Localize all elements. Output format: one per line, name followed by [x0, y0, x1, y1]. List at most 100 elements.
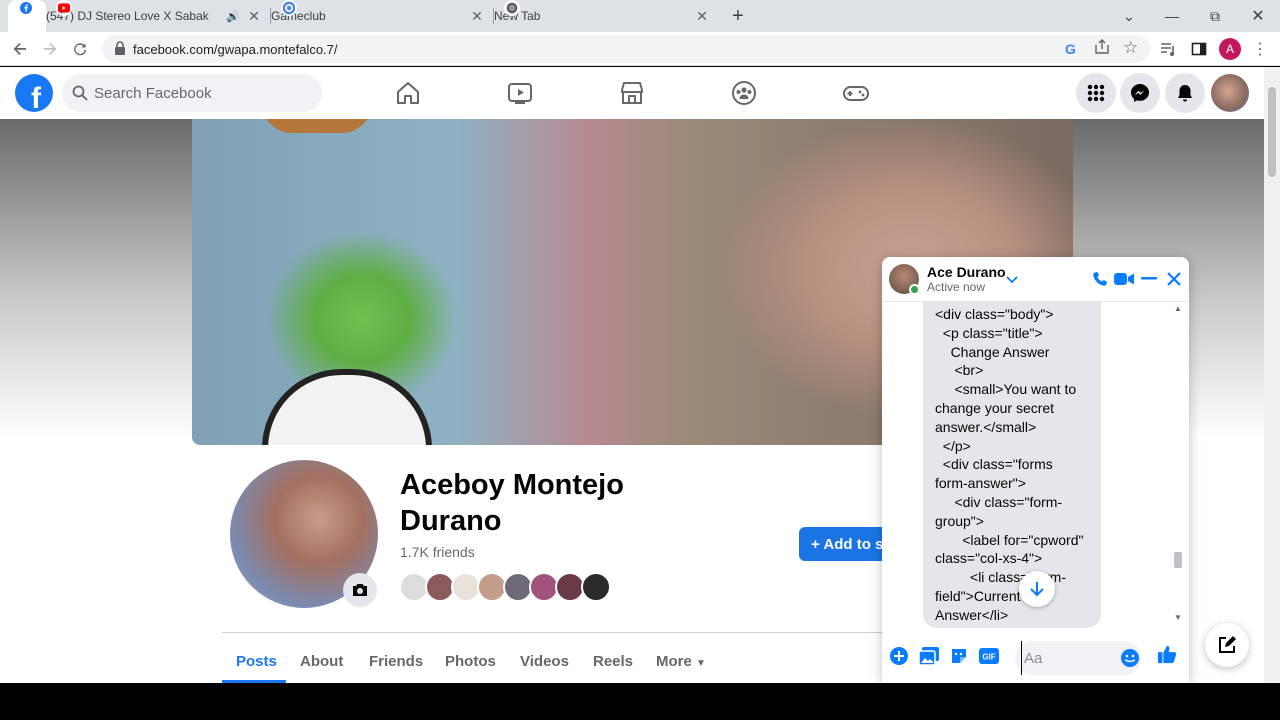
bear-sticker [262, 119, 372, 133]
scroll-up-arrow-icon[interactable]: ▲ [1174, 304, 1182, 313]
messenger-icon [1131, 84, 1149, 102]
nav-home-icon[interactable] [394, 79, 422, 107]
minimize-chat-icon[interactable] [1139, 269, 1159, 289]
chat-window: Ace Durano Active now <div class="body">… [882, 257, 1189, 683]
facebook-icon [18, 0, 34, 16]
chat-contact-name[interactable]: Ace Durano [927, 264, 1006, 280]
message-input[interactable] [1021, 641, 1117, 675]
close-chat-icon[interactable] [1164, 269, 1184, 289]
nav-groups-icon[interactable] [730, 79, 758, 107]
chat-scrollbar[interactable]: ▲ ▼ [1172, 304, 1184, 624]
tab-gameclub[interactable]: Gameclub ✕ [271, 0, 493, 32]
phone-call-icon[interactable] [1090, 269, 1110, 289]
arrow-down-icon [1030, 582, 1044, 597]
profile-initial: A [1219, 38, 1241, 60]
minimize-icon[interactable]: — [1150, 0, 1194, 32]
browser-tab-strip: (547) DJ Stereo Love X Sabak 🔊 ✕ Gameclu… [0, 0, 1280, 32]
active-status-dot [909, 284, 920, 295]
tab-facebook[interactable] [8, 0, 46, 32]
nav-watch-icon[interactable] [506, 79, 534, 107]
tab-new-tab[interactable]: New Tab ✕ [494, 0, 718, 32]
video-call-icon[interactable] [1114, 269, 1134, 289]
tab-youtube[interactable]: (547) DJ Stereo Love X Sabak 🔊 ✕ [46, 0, 270, 32]
compose-icon [1219, 636, 1236, 653]
lock-icon[interactable] [114, 41, 126, 60]
nav-gaming-icon[interactable] [842, 79, 870, 107]
gif-icon[interactable]: GIF [979, 646, 999, 666]
camera-icon [353, 584, 367, 596]
back-arrow-icon[interactable] [8, 37, 32, 61]
profile-avatar[interactable]: A [1218, 37, 1242, 61]
bell-icon [1178, 85, 1192, 102]
chrome-icon [504, 0, 520, 16]
google-lens-icon[interactable]: G [1065, 41, 1076, 57]
close-tab-icon[interactable]: ✕ [246, 8, 262, 25]
nav-marketplace-icon[interactable] [618, 79, 646, 107]
tab-more[interactable]: More ▼ [656, 653, 706, 670]
svg-text:GIF: GIF [982, 653, 995, 662]
address-bar[interactable]: facebook.com/gwapa.montefalco.7/ G ☆ [102, 35, 1150, 63]
url-text: facebook.com/gwapa.montefalco.7/ [133, 42, 338, 57]
friend-avatar[interactable] [581, 572, 611, 602]
gameclub-icon [281, 0, 297, 16]
sticker-icon[interactable] [949, 646, 969, 666]
panda-sticker [262, 369, 432, 445]
chat-header[interactable]: Ace Durano Active now [882, 257, 1189, 302]
new-message-button[interactable] [1205, 623, 1249, 667]
tab-search-chevron-icon[interactable]: ⌄ [1107, 0, 1151, 32]
tab-title: (547) DJ Stereo Love X Sabak [46, 9, 209, 23]
bookmark-star-icon[interactable]: ☆ [1123, 38, 1138, 58]
emoji-icon[interactable] [1120, 648, 1140, 673]
chat-status: Active now [927, 280, 986, 294]
tab-about[interactable]: About [300, 653, 343, 670]
thumbs-up-icon[interactable] [1157, 644, 1177, 664]
reload-icon[interactable] [68, 37, 92, 61]
forward-arrow-icon[interactable] [38, 37, 62, 61]
close-tab-icon[interactable]: ✕ [469, 8, 485, 25]
tab-friends[interactable]: Friends [369, 653, 423, 670]
grid-icon [1087, 84, 1105, 102]
message-composer: GIF [882, 636, 1189, 683]
audio-playing-icon[interactable]: 🔊 [226, 10, 240, 23]
share-icon[interactable] [1094, 39, 1110, 60]
chevron-down-icon[interactable] [1006, 271, 1018, 289]
side-panel-icon[interactable] [1187, 37, 1211, 61]
message-bubble[interactable]: <div class="body"> <p class="title"> Cha… [923, 302, 1101, 628]
browser-toolbar: facebook.com/gwapa.montefalco.7/ G ☆ A ⋮ [0, 32, 1280, 66]
tab-reels[interactable]: Reels [593, 653, 633, 670]
tab-title: New Tab [494, 9, 541, 23]
facebook-logo[interactable]: f [15, 74, 53, 112]
media-control-icon[interactable] [1156, 37, 1180, 61]
restore-icon[interactable]: ⧉ [1193, 0, 1237, 32]
scroll-down-arrow-icon[interactable]: ▼ [1174, 613, 1182, 622]
chat-scrollbar-thumb[interactable] [1174, 552, 1182, 568]
friends-count[interactable]: 1.7K friends [400, 544, 475, 560]
photo-icon[interactable] [919, 646, 939, 666]
scrollbar-thumb[interactable] [1268, 87, 1276, 177]
profile-divider [222, 632, 882, 633]
plus-circle-icon[interactable] [889, 646, 909, 666]
jump-to-latest-button[interactable] [1019, 571, 1055, 607]
close-window-icon[interactable]: ✕ [1236, 0, 1280, 32]
messenger-button[interactable] [1120, 73, 1160, 113]
facebook-header: f [0, 67, 1264, 119]
facebook-search[interactable] [62, 74, 322, 112]
youtube-icon [56, 0, 72, 16]
page-scrollbar[interactable] [1264, 67, 1280, 683]
tab-photos[interactable]: Photos [445, 653, 496, 670]
browser-menu-icon[interactable]: ⋮ [1248, 37, 1272, 61]
search-input[interactable] [94, 74, 314, 112]
tab-title: Gameclub [271, 9, 326, 23]
bottom-bar [0, 683, 1280, 720]
account-avatar[interactable] [1211, 74, 1249, 112]
menu-grid-button[interactable] [1076, 73, 1116, 113]
message-input-box[interactable] [1015, 641, 1141, 675]
update-profile-photo-button[interactable] [343, 573, 377, 607]
tab-videos[interactable]: Videos [520, 653, 569, 670]
close-tab-icon[interactable]: ✕ [694, 8, 710, 25]
tab-more-label: More [656, 653, 692, 670]
tab-posts[interactable]: Posts [236, 653, 277, 670]
profile-name: Aceboy Montejo Durano [400, 469, 624, 537]
notifications-button[interactable] [1165, 73, 1205, 113]
new-tab-plus-icon[interactable]: + [726, 0, 750, 32]
